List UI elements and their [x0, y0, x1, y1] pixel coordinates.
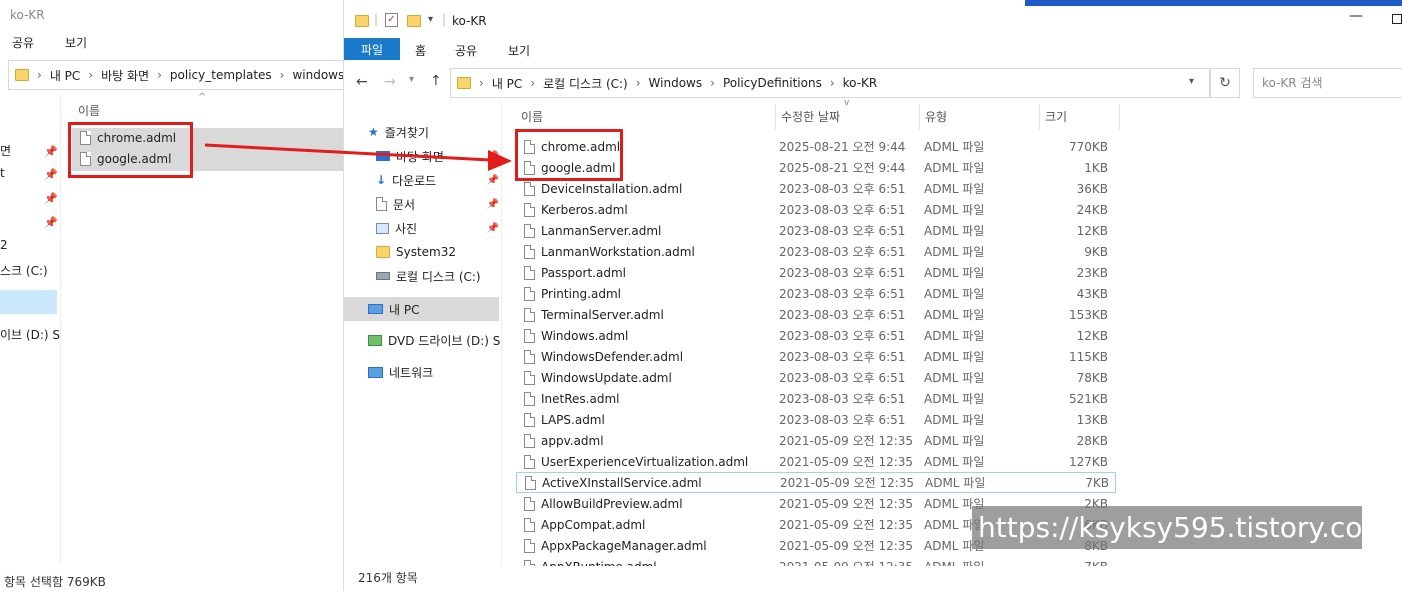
annotation-arrow [204, 143, 512, 171]
watermark: https://ksyksy595.tistory.com [972, 506, 1362, 549]
